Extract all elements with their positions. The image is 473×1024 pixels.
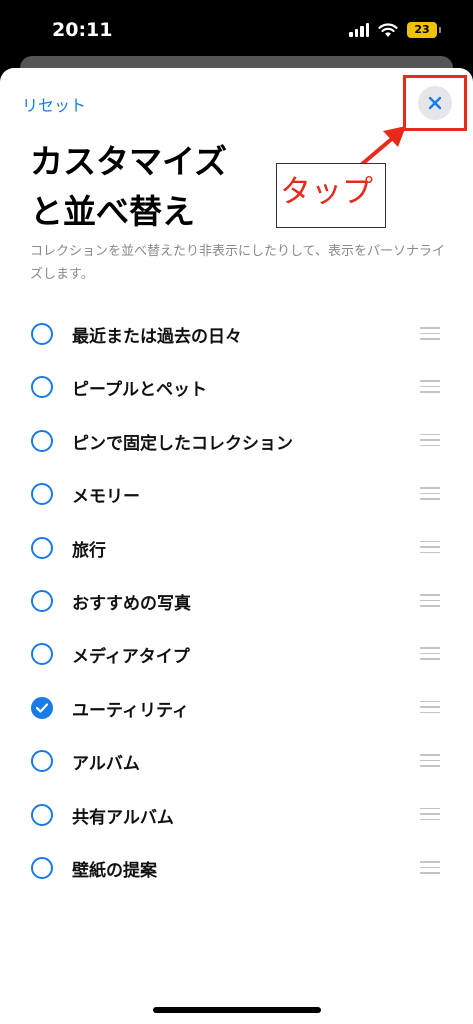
page-title: カスタマイズ と並べ替え bbox=[30, 142, 228, 231]
list-item[interactable]: アルバム bbox=[0, 735, 473, 788]
drag-handle-icon[interactable] bbox=[420, 327, 440, 340]
list-item-label: ピンで固定したコレクション bbox=[72, 433, 293, 454]
list-item-label: ユーティリティ bbox=[72, 700, 189, 721]
empty-circle-icon[interactable] bbox=[31, 429, 53, 452]
status-icons: 23 bbox=[349, 22, 441, 38]
drag-handle-icon[interactable] bbox=[420, 594, 440, 607]
list-item[interactable]: メモリー bbox=[0, 468, 473, 521]
wifi-icon bbox=[378, 22, 398, 37]
empty-circle-icon[interactable] bbox=[31, 323, 53, 345]
reset-button[interactable]: リセット bbox=[22, 92, 86, 116]
list-item-label: ピープルとペット bbox=[72, 380, 207, 401]
empty-circle-icon[interactable] bbox=[31, 590, 53, 612]
annotation-highlight-box bbox=[403, 75, 467, 131]
checked-circle-icon[interactable] bbox=[31, 696, 53, 719]
list-item-label: メディアタイプ bbox=[72, 647, 190, 668]
list-item-label: アルバム bbox=[72, 754, 140, 775]
cellular-signal-icon bbox=[349, 23, 369, 37]
empty-circle-icon[interactable] bbox=[31, 643, 53, 666]
list-item[interactable]: 共有アルバム bbox=[0, 789, 473, 842]
empty-circle-icon[interactable] bbox=[31, 483, 53, 506]
status-time: 20:11 bbox=[52, 19, 113, 41]
drag-handle-icon[interactable] bbox=[420, 540, 440, 554]
list-item[interactable]: ピープルとペット bbox=[0, 361, 473, 414]
empty-circle-icon[interactable] bbox=[31, 857, 53, 879]
list-item[interactable]: 旅行 bbox=[0, 522, 473, 575]
drag-handle-icon[interactable] bbox=[420, 487, 440, 500]
status-bar: 20:11 23 bbox=[0, 0, 473, 62]
drag-handle-icon[interactable] bbox=[420, 380, 440, 393]
home-indicator[interactable] bbox=[153, 1007, 321, 1013]
drag-handle-icon[interactable] bbox=[420, 861, 440, 874]
list-item-label: 旅行 bbox=[72, 540, 106, 561]
drag-handle-icon[interactable] bbox=[420, 807, 440, 821]
list-item-label: メモリー bbox=[72, 487, 140, 508]
empty-circle-icon[interactable] bbox=[31, 750, 53, 773]
list-item[interactable]: 壁紙の提案 bbox=[0, 842, 473, 895]
drag-handle-icon[interactable] bbox=[420, 754, 440, 767]
list-item-label: 最近または過去の日々 bbox=[72, 327, 242, 347]
list-item-label: 壁紙の提案 bbox=[72, 861, 157, 881]
list-item-label: おすすめの写真 bbox=[72, 594, 191, 614]
drag-handle-icon[interactable] bbox=[420, 700, 440, 714]
drag-handle-icon[interactable] bbox=[420, 647, 440, 660]
page-description: コレクションを並べ替えたり非表示にしたりして、表示をパーソナライズします。 bbox=[30, 244, 445, 282]
battery-icon: 23 bbox=[407, 22, 441, 38]
list-item-label: 共有アルバム bbox=[72, 807, 174, 828]
list-item[interactable]: おすすめの写真 bbox=[0, 575, 473, 628]
list-item[interactable]: ユーティリティ bbox=[0, 682, 473, 735]
empty-circle-icon[interactable] bbox=[31, 803, 53, 826]
empty-circle-icon[interactable] bbox=[31, 536, 53, 559]
empty-circle-icon[interactable] bbox=[31, 376, 53, 399]
annotation-label: タップ bbox=[280, 174, 373, 210]
list-item[interactable]: ピンで固定したコレクション bbox=[0, 415, 473, 468]
list-item[interactable]: 最近または過去の日々 bbox=[0, 308, 473, 361]
drag-handle-icon[interactable] bbox=[420, 433, 440, 447]
list-item[interactable]: メディアタイプ bbox=[0, 628, 473, 681]
